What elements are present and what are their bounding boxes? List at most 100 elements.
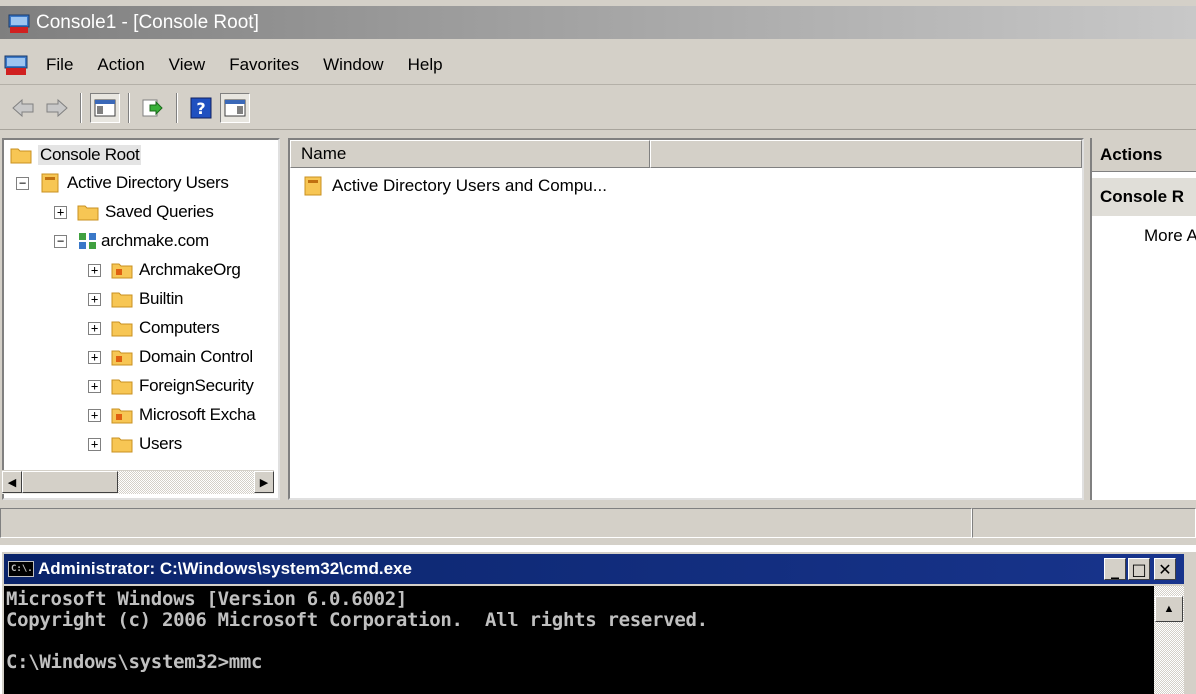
scroll-track[interactable]: [118, 471, 254, 494]
result-list-pane[interactable]: Name Active Directory Users and Compu...: [288, 138, 1084, 500]
toolbar-separator: [176, 92, 178, 123]
tree-item-label: Users: [139, 434, 182, 453]
toolbar-separator: [80, 92, 82, 123]
console-line: Copyright (c) 2006 Microsoft Corporation…: [6, 609, 708, 631]
mmc-window: Console1 - [Console Root] File Action Vi…: [0, 0, 1196, 545]
expand-icon[interactable]: +: [88, 408, 101, 422]
console-tree-pane[interactable]: Console Root − Active Directory Users + …: [2, 138, 280, 500]
expand-icon[interactable]: +: [88, 292, 101, 306]
tree-item-label: archmake.com: [101, 231, 209, 250]
export-list-icon: [142, 99, 163, 116]
tree-item-label: Console Root: [38, 145, 142, 165]
expand-icon[interactable]: +: [88, 321, 101, 335]
column-header-name[interactable]: Name: [290, 140, 650, 168]
tree-item-saved-queries[interactable]: + Saved Queries: [54, 199, 214, 225]
tree-horizontal-scrollbar[interactable]: ◀ ▶: [2, 470, 274, 494]
tree-item-domain[interactable]: − archmake.com: [54, 228, 209, 254]
status-bar: [0, 508, 1196, 538]
ad-snapin-icon: [41, 173, 59, 193]
tree-item-ou[interactable]: + Microsoft Excha: [88, 402, 256, 428]
menu-file[interactable]: File: [34, 49, 85, 81]
expand-icon[interactable]: +: [88, 437, 101, 451]
menu-bar: File Action View Favorites Window Help: [0, 45, 1196, 85]
help-icon: ?: [190, 97, 212, 118]
menu-view[interactable]: View: [157, 49, 218, 81]
actions-pane: Actions Console R More A: [1090, 138, 1196, 500]
tree-item-label: ArchmakeOrg: [139, 260, 241, 279]
tree-item-container[interactable]: + ForeignSecurity: [88, 373, 254, 399]
actions-header: Actions: [1092, 138, 1196, 172]
expand-icon[interactable]: +: [88, 379, 101, 393]
cmd-title-bar[interactable]: C:\. Administrator: C:\Windows\system32\…: [4, 554, 1184, 584]
expand-icon[interactable]: +: [88, 263, 101, 277]
scroll-left-icon[interactable]: ◀: [2, 471, 22, 493]
svg-text:?: ?: [196, 99, 205, 118]
cmd-app-icon[interactable]: C:\.: [8, 561, 34, 577]
tree-item-container[interactable]: + Builtin: [88, 286, 184, 312]
tree-item-label: Computers: [139, 318, 220, 337]
tree-item-label: Active Directory Users: [67, 173, 229, 192]
menu-action[interactable]: Action: [85, 49, 156, 81]
domain-icon: [79, 233, 96, 249]
list-column-header: Name: [290, 140, 1082, 168]
console-line: Microsoft Windows [Version 6.0.6002]: [6, 588, 408, 610]
tree-item-label: ForeignSecurity: [139, 376, 254, 395]
ou-folder-icon: [111, 350, 133, 366]
tree-item-ou[interactable]: + ArchmakeOrg: [88, 257, 241, 283]
folder-icon: [111, 437, 133, 453]
ad-snapin-icon: [304, 176, 322, 196]
action-more-actions[interactable]: More A: [1144, 226, 1196, 246]
scroll-right-icon[interactable]: ▶: [254, 471, 274, 493]
cmd-title-text: Administrator: C:\Windows\system32\cmd.e…: [38, 559, 412, 578]
folder-icon: [77, 205, 99, 221]
mmc-title-text: Console1 - [Console Root]: [36, 11, 259, 33]
actions-section-header[interactable]: Console R: [1092, 178, 1196, 216]
tree-item-active-directory[interactable]: − Active Directory Users: [16, 170, 229, 196]
ou-folder-icon: [111, 263, 133, 279]
show-hide-action-pane-icon: [224, 99, 246, 116]
minimize-icon[interactable]: _: [1104, 558, 1126, 580]
show-hide-tree-button[interactable]: [90, 92, 120, 123]
tree-item-label: Microsoft Excha: [139, 405, 256, 424]
folder-icon: [111, 379, 133, 395]
menu-help[interactable]: Help: [396, 49, 455, 81]
cmd-console-output[interactable]: Microsoft Windows [Version 6.0.6002] Copy…: [4, 586, 1154, 694]
scroll-thumb[interactable]: [22, 471, 118, 493]
menu-favorites[interactable]: Favorites: [217, 49, 311, 81]
mmc-title-bar[interactable]: Console1 - [Console Root]: [0, 6, 1196, 39]
close-icon[interactable]: ✕: [1154, 558, 1176, 580]
mmc-app-icon: [8, 14, 30, 33]
help-button[interactable]: ?: [186, 93, 216, 123]
back-arrow-icon: [12, 98, 34, 117]
collapse-icon[interactable]: −: [54, 234, 67, 248]
tree-item-label: Domain Control: [139, 347, 253, 366]
forward-button[interactable]: [42, 93, 72, 123]
expand-icon[interactable]: +: [88, 350, 101, 364]
forward-arrow-icon: [46, 98, 68, 117]
maximize-icon[interactable]: □: [1128, 558, 1150, 580]
mmc-system-menu-icon[interactable]: [4, 53, 28, 77]
cmd-window: C:\. Administrator: C:\Windows\system32\…: [0, 552, 1196, 694]
scroll-up-icon[interactable]: ▲: [1155, 596, 1183, 622]
status-cell: [972, 508, 1196, 538]
tree-item-console-root[interactable]: Console Root: [10, 142, 142, 168]
tree-item-label: Saved Queries: [105, 202, 214, 221]
list-item-label: Active Directory Users and Compu...: [332, 176, 607, 195]
folder-icon: [111, 292, 133, 308]
status-cell: [0, 508, 972, 538]
tree-item-ou[interactable]: + Domain Control: [88, 344, 253, 370]
show-hide-action-pane-button[interactable]: [220, 92, 250, 123]
tree-item-container[interactable]: + Users: [88, 431, 182, 457]
collapse-icon[interactable]: −: [16, 176, 29, 190]
back-button[interactable]: [8, 93, 38, 123]
ou-folder-icon: [111, 408, 133, 424]
menu-window[interactable]: Window: [311, 49, 395, 81]
expand-icon[interactable]: +: [54, 205, 67, 219]
export-list-button[interactable]: [138, 93, 168, 123]
tree-item-container[interactable]: + Computers: [88, 315, 220, 341]
column-header-empty[interactable]: [650, 140, 1082, 168]
cmd-vertical-scrollbar[interactable]: ▲: [1154, 586, 1184, 694]
list-item[interactable]: Active Directory Users and Compu...: [302, 176, 607, 196]
folder-icon: [10, 148, 32, 164]
